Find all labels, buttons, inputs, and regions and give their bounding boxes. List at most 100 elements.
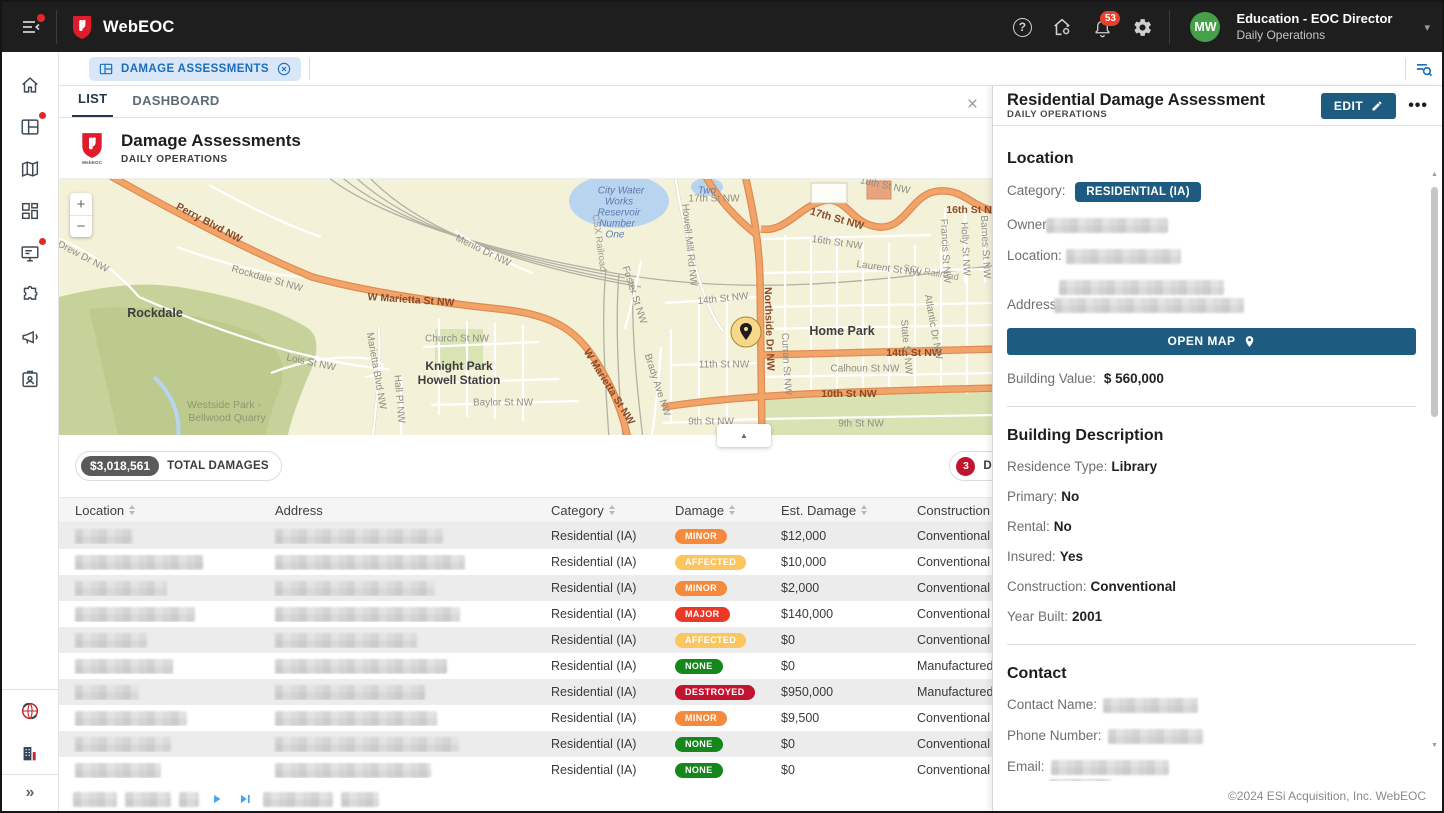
map-view[interactable]: RockdaleWestside Park -Bellwood QuarryKn… bbox=[59, 179, 992, 435]
damage-badge: MINOR bbox=[675, 529, 727, 544]
user-menu-chevron-icon[interactable]: ▾ bbox=[1424, 21, 1430, 34]
dashboard-grid-icon bbox=[19, 200, 41, 222]
field-label: Residence Type: bbox=[1007, 459, 1107, 474]
scrollbar-thumb[interactable] bbox=[1431, 187, 1438, 417]
board-tabstrip: DAMAGE ASSESSMENTS bbox=[59, 52, 1442, 86]
table-row[interactable]: Residential (IA)AFFECTED$10,000Conventio… bbox=[59, 549, 992, 575]
redacted-address-cell bbox=[275, 685, 425, 700]
tab-list[interactable]: LIST bbox=[72, 91, 113, 117]
next-page-button[interactable] bbox=[207, 789, 227, 809]
sidebar-item-messages[interactable] bbox=[10, 232, 50, 274]
column-header-est-damage[interactable]: Est. Damage bbox=[765, 503, 901, 518]
sidebar-item-maps[interactable] bbox=[10, 148, 50, 190]
est-damage-cell: $950,000 bbox=[765, 685, 901, 699]
redacted-location-cell bbox=[75, 633, 147, 648]
building-value-field: Building Value: $ 560,000 bbox=[1007, 371, 1416, 386]
table-row[interactable]: Residential (IA)MAJOR$140,000Conventiona… bbox=[59, 601, 992, 627]
scroll-down-icon[interactable]: ▼ bbox=[1429, 742, 1440, 749]
redacted-location-cell bbox=[75, 659, 173, 674]
sidebar-item-contacts[interactable] bbox=[10, 358, 50, 400]
sidebar-expand-button[interactable]: » bbox=[10, 775, 50, 811]
topbar-divider bbox=[1169, 10, 1170, 44]
table-row[interactable]: Residential (IA)NONE$0Conventional bbox=[59, 757, 992, 783]
pencil-icon bbox=[1371, 100, 1383, 112]
table-row[interactable]: Residential (IA)DESTROYED$950,000Manufac… bbox=[59, 679, 992, 705]
redacted-address-cell bbox=[275, 581, 435, 596]
field-label: Email: bbox=[1007, 759, 1045, 774]
tab-damage-assessments[interactable]: DAMAGE ASSESSMENTS bbox=[89, 57, 301, 81]
map-canvas bbox=[59, 179, 992, 435]
field-row: Rental:No bbox=[1007, 519, 1416, 534]
app-title: WebEOC bbox=[103, 18, 175, 37]
detail-scrollbar[interactable]: ▲ ▼ bbox=[1429, 171, 1440, 749]
table-row[interactable]: Residential (IA)NONE$0Manufactured bbox=[59, 653, 992, 679]
sidebar-item-home[interactable] bbox=[10, 64, 50, 106]
user-avatar[interactable]: MW bbox=[1190, 12, 1220, 42]
sidebar-item-announcements[interactable] bbox=[10, 316, 50, 358]
board-title-bar: WebEOC Damage Assessments DAILY OPERATIO… bbox=[59, 118, 992, 179]
contact-fields: Contact Name:Phone Number:Email: bbox=[1007, 697, 1416, 781]
column-label: Location bbox=[75, 503, 124, 518]
damage-badge: NONE bbox=[675, 659, 723, 674]
home-settings-button[interactable] bbox=[1045, 10, 1079, 44]
building-value: $ 560,000 bbox=[1104, 371, 1164, 386]
est-damage-cell: $0 bbox=[765, 633, 901, 647]
table-header-row: Location Address Category Damage Est. Damage… bbox=[59, 497, 992, 523]
menu-alert-dot bbox=[37, 14, 45, 22]
more-options-button[interactable]: ••• bbox=[1408, 97, 1428, 115]
field-row: Construction:Conventional bbox=[1007, 579, 1416, 594]
table-row[interactable]: Residential (IA)MINOR$12,000Conventional bbox=[59, 523, 992, 549]
construction-cell: Conventional bbox=[901, 581, 992, 595]
est-damage-cell: $0 bbox=[765, 659, 901, 673]
user-operation: Daily Operations bbox=[1236, 28, 1392, 43]
redacted-address bbox=[1059, 280, 1224, 295]
zoom-in-button[interactable]: + bbox=[70, 193, 92, 215]
sidebar-item-global[interactable] bbox=[10, 690, 50, 732]
category-cell: Residential (IA) bbox=[535, 633, 659, 647]
tab-close-icon[interactable] bbox=[276, 61, 292, 77]
tab-dashboard[interactable]: DASHBOARD bbox=[126, 93, 225, 117]
redacted-value bbox=[1103, 698, 1198, 713]
column-header-construction[interactable]: Construction bbox=[901, 503, 992, 518]
scroll-up-icon[interactable]: ▲ bbox=[1429, 171, 1440, 178]
table-row[interactable]: Residential (IA)MINOR$2,000Conventional bbox=[59, 575, 992, 601]
summary-row: $3,018,561 TOTAL DAMAGES 3 DESTROYED bbox=[59, 435, 992, 497]
collapse-map-button[interactable]: ▲ bbox=[717, 424, 771, 447]
column-header-location[interactable]: Location bbox=[59, 503, 259, 518]
column-label: Category bbox=[551, 503, 604, 518]
sidebar-item-plugins[interactable] bbox=[10, 274, 50, 316]
column-header-address[interactable]: Address bbox=[259, 503, 535, 518]
settings-button[interactable] bbox=[1125, 10, 1159, 44]
last-page-button[interactable] bbox=[235, 789, 255, 809]
open-map-button[interactable]: OPEN MAP bbox=[1007, 328, 1416, 355]
board-search-button[interactable] bbox=[1406, 52, 1442, 85]
field-row: Phone Number: bbox=[1007, 728, 1416, 744]
sidebar-item-dashboards[interactable] bbox=[10, 190, 50, 232]
section-heading-location: Location bbox=[1007, 150, 1416, 168]
sidebar-item-organization[interactable] bbox=[10, 732, 50, 774]
help-button[interactable]: ? bbox=[1005, 10, 1039, 44]
column-header-damage[interactable]: Damage bbox=[659, 503, 765, 518]
sidebar-item-boards[interactable] bbox=[10, 106, 50, 148]
tabstrip-divider bbox=[309, 58, 310, 80]
column-label: Est. Damage bbox=[781, 503, 856, 518]
redacted-pagination bbox=[341, 792, 379, 807]
notifications-button[interactable]: 53 bbox=[1085, 10, 1119, 44]
est-damage-cell: $0 bbox=[765, 737, 901, 751]
edit-button[interactable]: EDIT bbox=[1321, 93, 1396, 119]
menu-collapse-button[interactable] bbox=[14, 10, 48, 44]
detail-subtitle: DAILY OPERATIONS bbox=[1007, 109, 1265, 120]
construction-cell: Conventional bbox=[901, 607, 992, 621]
user-info[interactable]: Education - EOC Director Daily Operation… bbox=[1236, 11, 1392, 42]
home-gear-icon bbox=[1051, 16, 1073, 38]
table-row[interactable]: Residential (IA)AFFECTED$0Conventional bbox=[59, 627, 992, 653]
category-cell: Residential (IA) bbox=[535, 685, 659, 699]
messages-alert-dot bbox=[39, 238, 46, 245]
zoom-out-button[interactable]: − bbox=[70, 215, 92, 237]
table-row[interactable]: Residential (IA)MINOR$9,500Conventional bbox=[59, 705, 992, 731]
close-panel-button[interactable]: × bbox=[961, 93, 984, 116]
pagination-bar bbox=[59, 783, 992, 811]
redacted-address-cell bbox=[275, 763, 431, 778]
column-header-category[interactable]: Category bbox=[535, 503, 659, 518]
table-row[interactable]: Residential (IA)NONE$0Conventional bbox=[59, 731, 992, 757]
